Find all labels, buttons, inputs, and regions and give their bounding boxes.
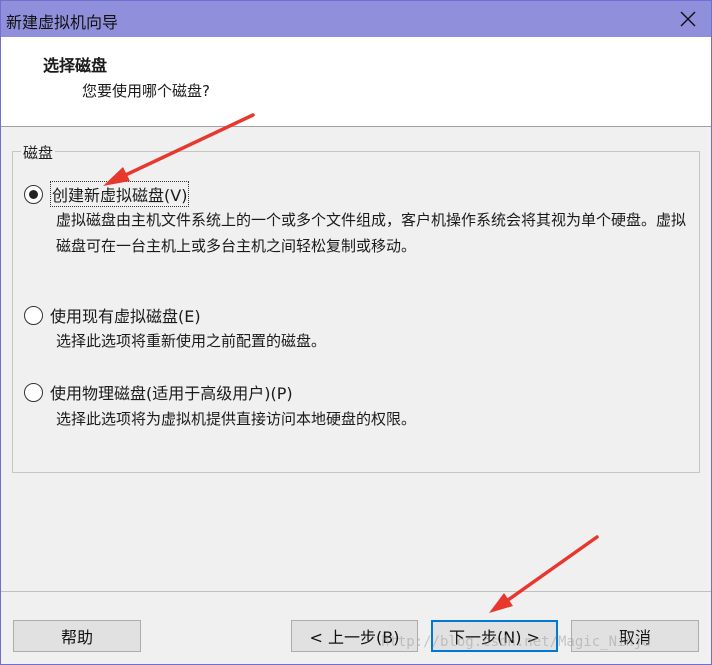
close-button[interactable] <box>665 1 711 37</box>
option-use-physical-disk-description: 选择此选项将为虚拟机提供直接访问本地硬盘的权限。 <box>56 410 417 428</box>
footer-divider <box>1 591 711 592</box>
annotation-arrow-bottom <box>489 535 599 613</box>
page-title: 选择磁盘 <box>43 56 108 75</box>
watermark-text: http://blog.csdn.net/Magic_Ninja <box>381 634 651 650</box>
wizard-window: 新建虚拟机向导 选择磁盘 您要使用哪个磁盘? 磁盘 创建新虚拟磁盘(V) 虚拟磁… <box>0 0 712 665</box>
option-create-new-disk-description: 虚拟磁盘由主机文件系统上的一个或多个文件组成，客户机操作系统会将其视为单个硬盘。… <box>56 211 687 255</box>
help-button[interactable]: 帮助 <box>13 620 141 652</box>
option-use-physical-disk-label: 使用物理磁盘(适用于高级用户)(P) <box>50 384 293 403</box>
option-use-existing-disk[interactable]: 使用现有虚拟磁盘(E) <box>24 303 201 327</box>
window-title: 新建虚拟机向导 <box>6 13 119 32</box>
close-icon <box>680 11 696 27</box>
radio-use-existing-disk[interactable] <box>24 305 43 325</box>
radio-use-physical-disk[interactable] <box>24 382 43 402</box>
option-use-physical-disk[interactable]: 使用物理磁盘(适用于高级用户)(P) <box>24 380 293 404</box>
option-use-existing-disk-description: 选择此选项将重新使用之前配置的磁盘。 <box>56 332 327 350</box>
option-create-new-disk[interactable]: 创建新虚拟磁盘(V) <box>24 181 190 207</box>
option-use-existing-disk-label: 使用现有虚拟磁盘(E) <box>50 307 201 326</box>
disk-group-label: 磁盘 <box>21 142 56 163</box>
wizard-header: 选择磁盘 您要使用哪个磁盘? <box>1 37 711 127</box>
radio-create-new-disk[interactable] <box>24 184 43 204</box>
title-bar[interactable]: 新建虚拟机向导 <box>1 1 711 37</box>
page-subtitle: 您要使用哪个磁盘? <box>82 82 210 100</box>
option-create-new-disk-label: 创建新虚拟磁盘(V) <box>50 181 190 207</box>
